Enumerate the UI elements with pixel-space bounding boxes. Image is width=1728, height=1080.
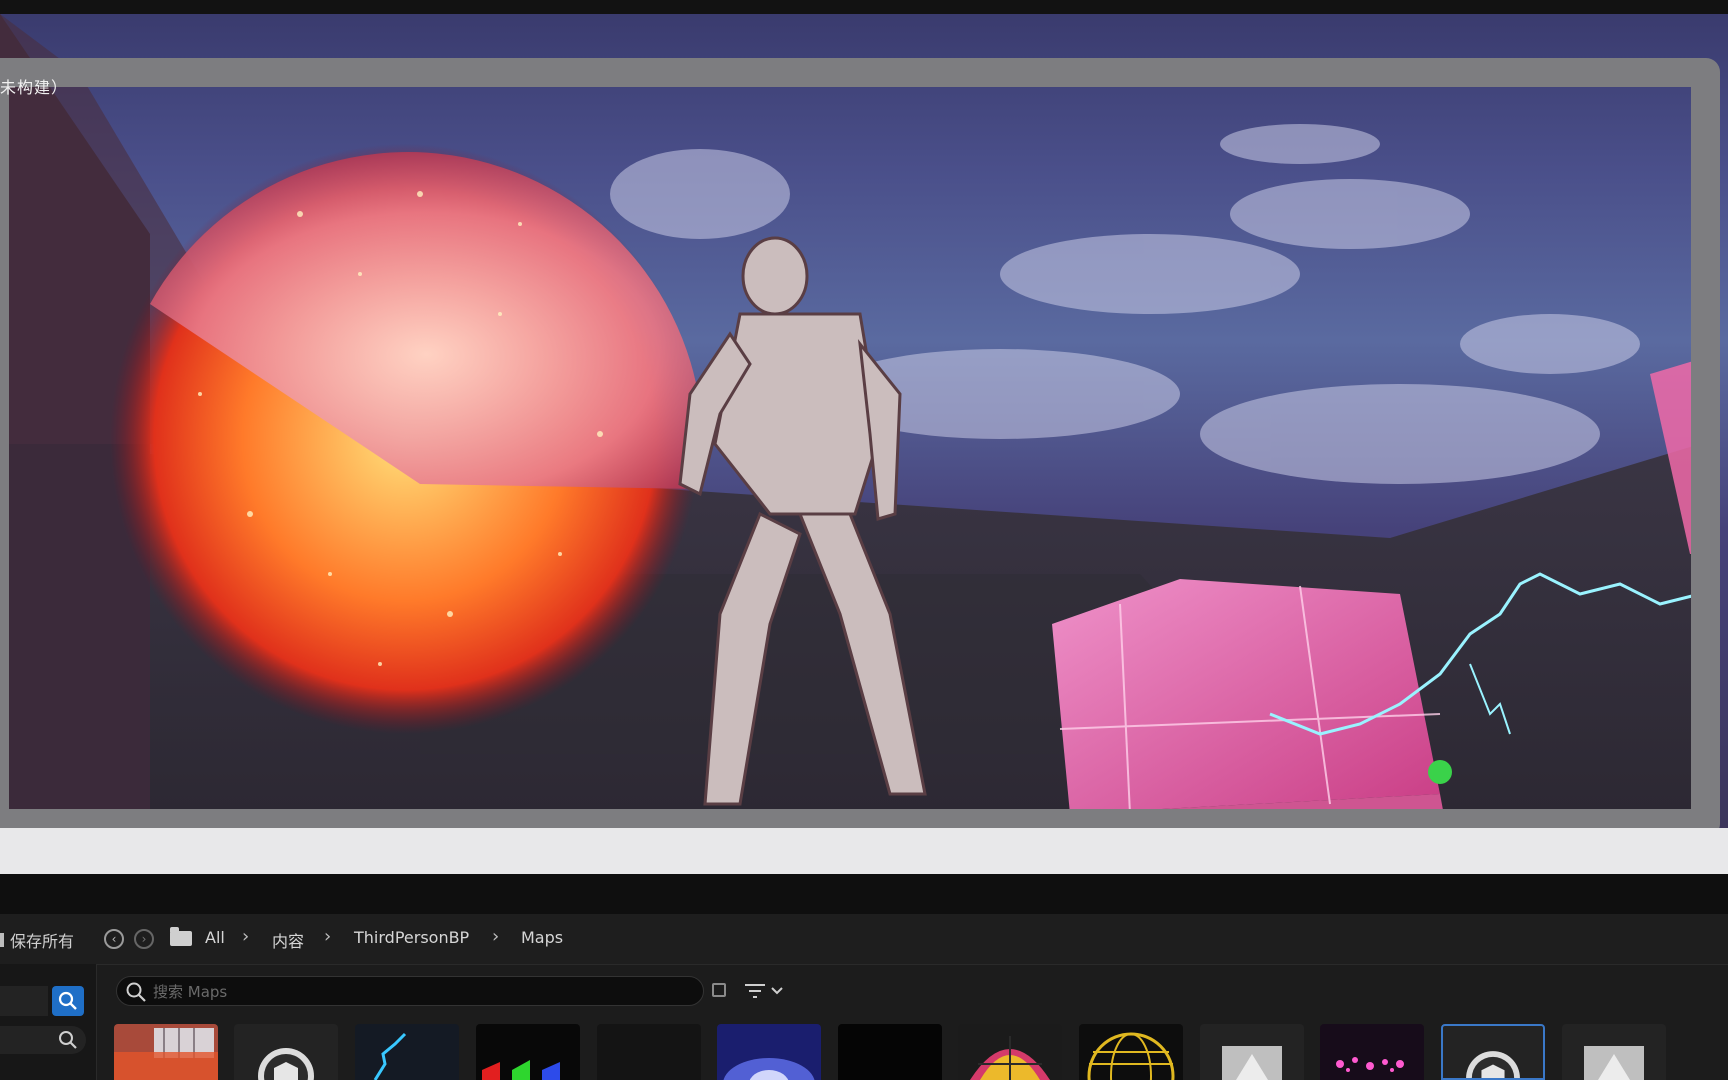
asset-tile-static-mesh-selected[interactable] xyxy=(1441,1024,1545,1080)
chevron-right-icon[interactable]: › xyxy=(492,926,499,947)
arrow-right-icon: › xyxy=(141,932,147,946)
texture-placeholder-icon xyxy=(1222,1046,1282,1080)
window-top-strip xyxy=(0,0,1728,14)
sources-search-button[interactable] xyxy=(52,986,84,1016)
level-viewport[interactable]: 未构建） xyxy=(0,14,1728,874)
static-mesh-sphere-icon xyxy=(1466,1051,1520,1078)
sources-search-field[interactable] xyxy=(0,1026,86,1054)
forward-button[interactable]: › xyxy=(134,929,154,949)
breadcrumb-thirdpersonbp[interactable]: ThirdPersonBP xyxy=(354,928,469,947)
grid-sphere-icon xyxy=(1079,1024,1183,1080)
asset-tile-black[interactable] xyxy=(838,1024,942,1080)
sources-filter-field[interactable] xyxy=(0,986,48,1016)
asset-tile-rgb-arrows[interactable] xyxy=(476,1024,580,1080)
lightning-material-icon xyxy=(355,1024,459,1080)
chevron-right-icon[interactable]: › xyxy=(242,926,249,947)
dark-material-icon xyxy=(597,1024,701,1080)
sources-panel xyxy=(0,964,97,1080)
save-all-button[interactable]: 保存所有 xyxy=(0,928,74,952)
breadcrumb-all[interactable]: All xyxy=(205,928,225,947)
asset-tile-blue-glow[interactable] xyxy=(717,1024,821,1080)
search-icon xyxy=(59,1031,77,1049)
asset-tile-lightning[interactable] xyxy=(355,1024,459,1080)
search-icon xyxy=(126,982,146,1002)
save-icon xyxy=(0,933,4,947)
chevron-right-icon[interactable]: › xyxy=(324,926,331,947)
asset-tile-texture[interactable] xyxy=(1562,1024,1666,1080)
blue-glow-material-icon xyxy=(717,1024,821,1080)
viewport-frame xyxy=(0,58,1720,838)
pink-particle-material-icon xyxy=(1320,1024,1424,1080)
filter-icon xyxy=(745,984,765,998)
content-browser-panel: 保存所有 ‹ › All › 内容 › ThirdPersonBP › Maps xyxy=(0,914,1728,1080)
viewport-bottom-bar xyxy=(0,828,1728,874)
save-search-icon[interactable] xyxy=(712,983,726,997)
back-button[interactable]: ‹ xyxy=(104,929,124,949)
content-browser-toolbar: 保存所有 ‹ › All › 内容 › ThirdPersonBP › Maps xyxy=(0,914,1728,965)
asset-search-field[interactable] xyxy=(116,976,704,1006)
asset-tile-pink-particles[interactable] xyxy=(1320,1024,1424,1080)
folder-icon[interactable] xyxy=(170,927,192,946)
asset-tile-static-mesh[interactable] xyxy=(234,1024,338,1080)
arrow-left-icon: ‹ xyxy=(111,932,117,946)
asset-tile-grid-sphere[interactable] xyxy=(1079,1024,1183,1080)
texture-placeholder-icon xyxy=(1584,1046,1644,1080)
asset-tile-level-thumbnail[interactable] xyxy=(114,1024,218,1080)
static-mesh-sphere-icon xyxy=(258,1048,314,1080)
asset-tile-geodesic-dome[interactable] xyxy=(958,1024,1062,1080)
search-icon xyxy=(58,991,77,1010)
rgb-arrows-texture-icon xyxy=(476,1024,580,1080)
geodesic-dome-icon xyxy=(958,1024,1062,1080)
level-thumbnail-icon xyxy=(114,1024,218,1080)
breadcrumb-content[interactable]: 内容 xyxy=(272,928,304,952)
breadcrumb-maps[interactable]: Maps xyxy=(521,928,563,947)
asset-tile-texture[interactable] xyxy=(1200,1024,1304,1080)
asset-search-input[interactable] xyxy=(151,980,695,1004)
build-status-text: 未构建） xyxy=(0,78,69,97)
editor-separator-bar xyxy=(0,874,1728,914)
save-all-label: 保存所有 xyxy=(10,932,75,951)
black-material-icon xyxy=(838,1024,942,1080)
asset-tile-dark[interactable] xyxy=(597,1024,701,1080)
chevron-down-icon xyxy=(771,987,783,995)
filter-dropdown-button[interactable] xyxy=(744,980,790,1002)
